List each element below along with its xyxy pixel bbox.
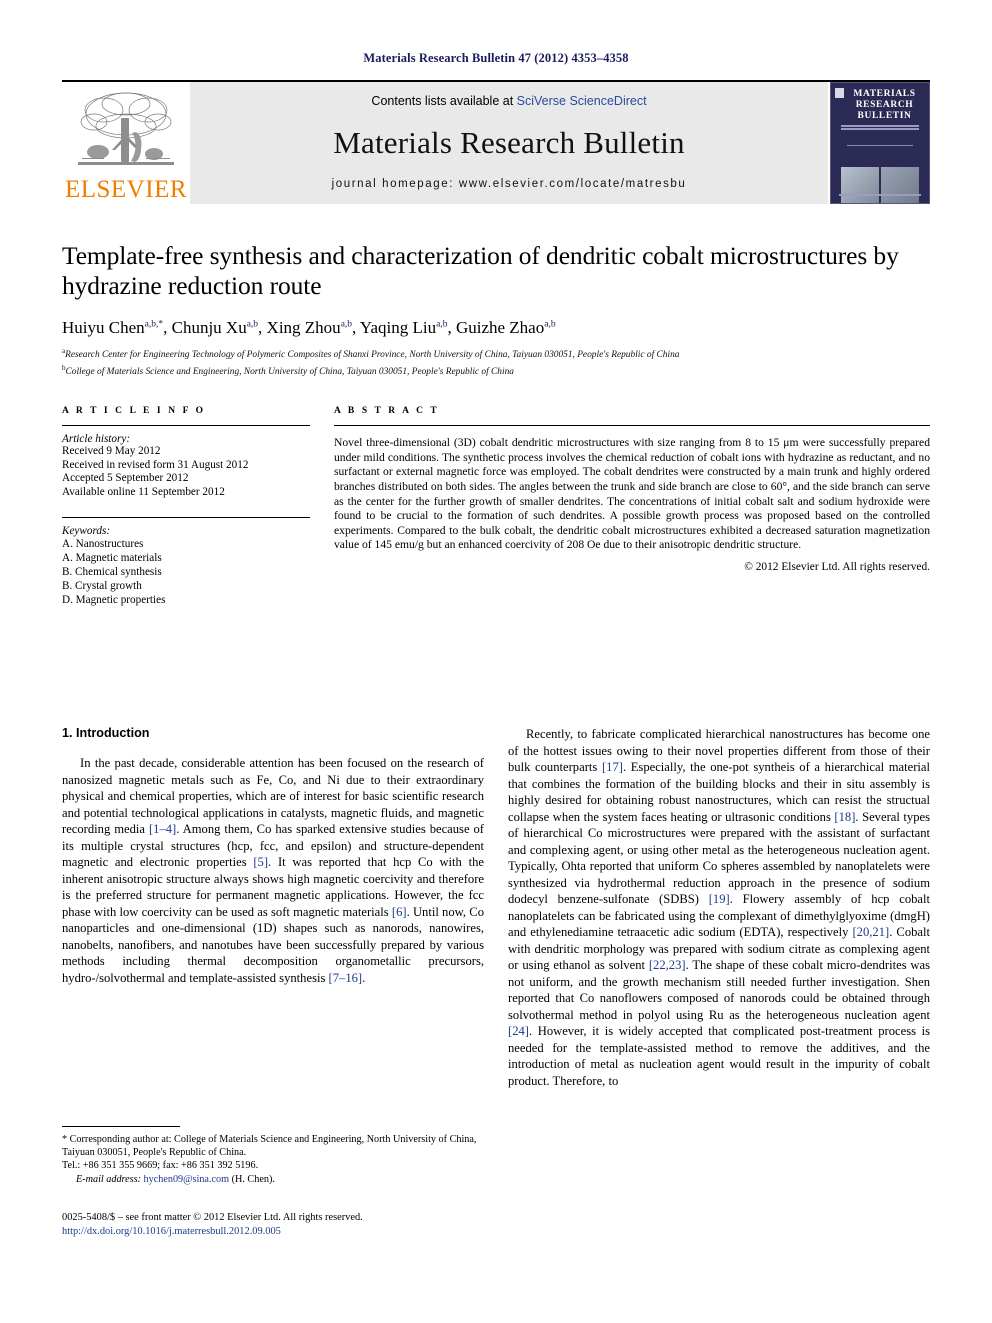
cover-footer-line: [839, 194, 921, 197]
citation-ref[interactable]: [17]: [602, 760, 623, 774]
keyword-item: B. Chemical synthesis: [62, 565, 162, 578]
history-item: Received in revised form 31 August 2012: [62, 458, 249, 471]
citation-ref[interactable]: [7–16]: [329, 971, 363, 985]
journal-homepage-link[interactable]: journal homepage: www.elsevier.com/locat…: [332, 178, 687, 190]
left-column: 1. Introduction In the past decade, cons…: [62, 726, 484, 1185]
text-run: . However, it is widely accepted that co…: [508, 1024, 930, 1088]
cover-micrograph-grid: [841, 167, 919, 203]
paragraph-intro-left: In the past decade, considerable attenti…: [62, 755, 484, 986]
author-name: Xing Zhou: [266, 318, 341, 337]
affiliation-item: bCollege of Materials Science and Engine…: [62, 362, 930, 379]
running-head: Materials Research Bulletin 47 (2012) 43…: [363, 51, 629, 65]
author-affiliation-mark: a,b: [340, 319, 353, 330]
issn-copyright-line: 0025-5408/$ – see front matter © 2012 El…: [62, 1212, 363, 1223]
author-name: Chunju Xu: [171, 318, 247, 337]
section-heading-introduction: 1. Introduction: [62, 726, 150, 740]
divider: [62, 425, 310, 427]
paragraph-intro-right: Recently, to fabricate complicated hiera…: [508, 726, 930, 1089]
author-affiliation-mark: a,b: [544, 319, 556, 330]
corresponding-author-footnote: * Corresponding author at: College of Ma…: [62, 1126, 484, 1186]
affiliation-item: aResearch Center for Engineering Technol…: [62, 345, 930, 362]
footnote-corresponding: Corresponding author at: College of Mate…: [62, 1134, 477, 1159]
page-title: Template-free synthesis and characteriza…: [62, 241, 899, 300]
author-list: Huiyu Chena,b,*, Chunju Xua,b, Xing Zhou…: [62, 318, 556, 337]
affiliation-text: College of Materials Science and Enginee…: [65, 366, 514, 377]
abstract-copyright: © 2012 Elsevier Ltd. All rights reserved…: [744, 561, 930, 573]
cover-subtitle-lines: [831, 125, 929, 131]
abstract-heading: A B S T R A C T: [334, 406, 440, 417]
body-columns: 1. Introduction In the past decade, cons…: [62, 726, 930, 1185]
abstract-column: A B S T R A C T Novel three-dimensional …: [334, 406, 930, 606]
info-abstract-row: A R T I C L E I N F O Article history: R…: [62, 406, 930, 606]
author-affiliation-mark: a,b: [246, 319, 259, 330]
email-suffix: (H. Chen).: [229, 1173, 275, 1185]
page-footer: 0025-5408/$ – see front matter © 2012 El…: [62, 1211, 363, 1239]
sciencedirect-link[interactable]: SciVerse ScienceDirect: [517, 94, 647, 108]
author-affiliation-mark: a,b,*: [144, 319, 164, 330]
cover-middle-line: [831, 145, 929, 149]
citation-ref[interactable]: [22,23]: [649, 958, 686, 972]
history-item: Available online 11 September 2012: [62, 486, 225, 499]
author-name: Huiyu Chen: [62, 318, 145, 337]
divider: [62, 516, 310, 518]
citation-ref[interactable]: [20,21]: [852, 925, 889, 939]
journal-title: Materials Research Bulletin: [333, 125, 685, 160]
elsevier-wordmark: ELSEVIER: [64, 176, 188, 203]
author-affiliation-mark: a,b: [436, 319, 448, 330]
doi-link[interactable]: http://dx.doi.org/10.1016/j.materresbull…: [62, 1225, 363, 1239]
keyword-item: D. Magnetic properties: [62, 593, 166, 606]
contents-prefix: Contents lists available at: [371, 94, 517, 108]
keyword-item: A. Magnetic materials: [62, 551, 162, 564]
title-block: Template-free synthesis and characteriza…: [62, 241, 930, 378]
author-name: Yaqing Liu: [359, 318, 437, 337]
affiliation-text: Research Center for Engineering Technolo…: [65, 350, 680, 361]
history-item: Received 9 May 2012: [62, 445, 161, 458]
citation-ref[interactable]: [1–4]: [149, 822, 176, 836]
footnote-tel: Tel.: +86 351 355 9669; fax: +86 351 392…: [62, 1160, 259, 1172]
footnote-email-line: E-mail address: hychen09@sina.com (H. Ch…: [62, 1173, 484, 1186]
keyword-item: B. Crystal growth: [62, 579, 142, 592]
citation-ref[interactable]: [19]: [709, 892, 730, 906]
elsevier-tree-icon: [78, 92, 174, 165]
citation-ref[interactable]: [24]: [508, 1024, 529, 1038]
divider: [334, 425, 930, 427]
keyword-item: A. Nanostructures: [62, 537, 144, 550]
footnote-divider: [62, 1126, 180, 1127]
journal-band: Contents lists available at SciVerse Sci…: [190, 82, 828, 204]
paper-page: Materials Research Bulletin 47 (2012) 43…: [0, 0, 992, 1323]
affiliation-list: aResearch Center for Engineering Technol…: [62, 345, 930, 378]
email-link[interactable]: hychen09@sina.com: [144, 1174, 230, 1185]
cover-publisher-badge: [835, 88, 844, 98]
text-run: .: [362, 970, 366, 985]
article-info-column: A R T I C L E I N F O Article history: R…: [62, 406, 310, 606]
article-history-label: Article history:: [62, 433, 131, 446]
author-name: Guizhe Zhao: [455, 318, 545, 337]
citation-ref[interactable]: [6]: [392, 905, 407, 919]
citation-ref[interactable]: [18]: [834, 810, 855, 824]
elsevier-logo: ELSEVIER: [62, 82, 190, 204]
journal-cover-thumbnail: MATERIALS RESEARCH BULLETIN: [830, 82, 930, 204]
abstract-text: Novel three-dimensional (3D) cobalt dend…: [334, 436, 930, 552]
keywords-label: Keywords:: [62, 524, 111, 537]
journal-masthead: ELSEVIER Contents lists available at Sci…: [62, 80, 930, 204]
history-item: Accepted 5 September 2012: [62, 472, 189, 485]
cover-title-text: MATERIALS RESEARCH BULLETIN: [853, 89, 916, 121]
citation-ref[interactable]: [5]: [253, 855, 268, 869]
article-info-heading: A R T I C L E I N F O: [62, 406, 206, 417]
contents-available-line: Contents lists available at SciVerse Sci…: [371, 94, 646, 108]
right-column: Recently, to fabricate complicated hiera…: [508, 726, 930, 1089]
email-address-label: E-mail address:: [76, 1173, 141, 1185]
footnote-text: * Corresponding author at: College of Ma…: [62, 1133, 484, 1159]
